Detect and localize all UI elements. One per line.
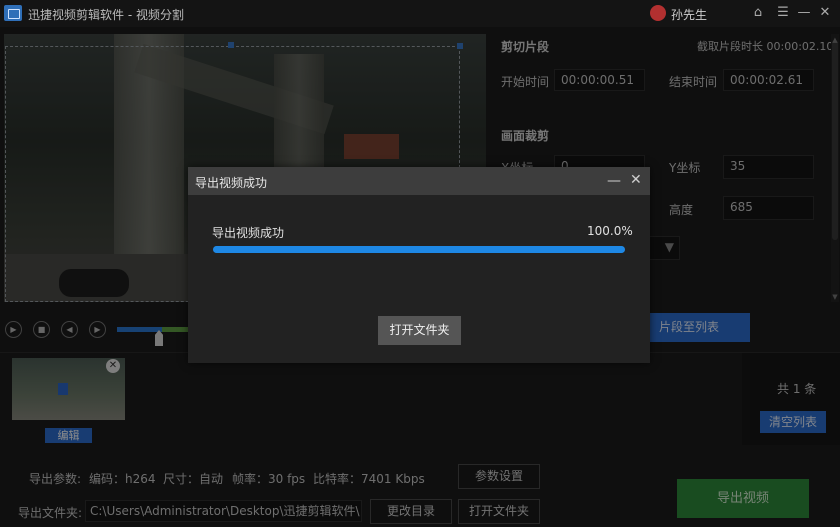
avatar[interactable] xyxy=(650,5,666,21)
minimize-icon[interactable]: — xyxy=(796,5,812,21)
dialog-minimize-icon[interactable]: — xyxy=(607,173,621,189)
progress-bar-fill xyxy=(213,246,625,253)
dialog-progress-percent: 100.0% xyxy=(587,224,633,238)
close-icon[interactable]: ✕ xyxy=(817,5,833,21)
app-logo-icon xyxy=(4,5,22,21)
dialog-title: 导出视频成功 xyxy=(195,176,268,190)
menu-icon[interactable]: ☰ xyxy=(775,5,791,21)
dialog-status-text: 导出视频成功 xyxy=(212,226,285,240)
dialog-close-icon[interactable]: ✕ xyxy=(630,172,642,188)
user-name[interactable]: 孙先生 xyxy=(671,6,707,23)
dialog-open-folder-button[interactable]: 打开文件夹 xyxy=(378,316,461,345)
home-icon[interactable]: ⌂ xyxy=(750,5,766,21)
window-title: 迅捷视频剪辑软件 - 视频分割 xyxy=(28,8,184,22)
